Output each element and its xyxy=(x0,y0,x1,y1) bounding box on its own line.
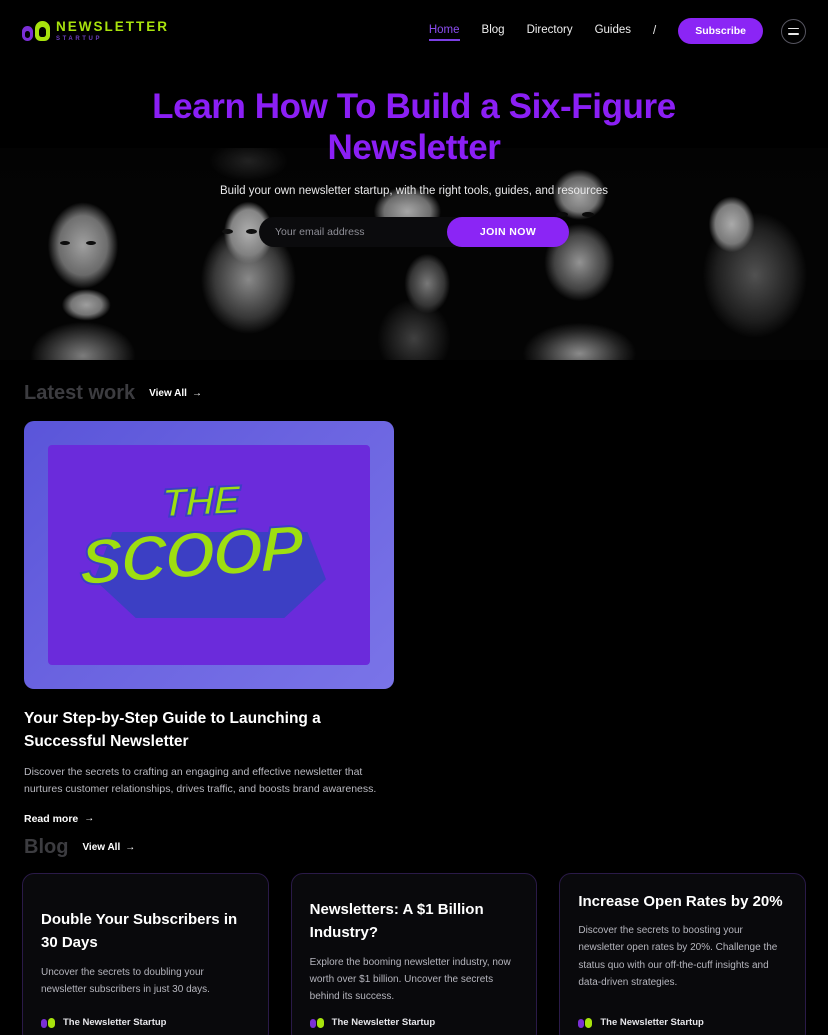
site-logo[interactable]: NEWSLETTER STARTUP xyxy=(22,20,169,42)
purple-drop-icon xyxy=(22,26,33,41)
blog-section: Blog View All → Double Your Subscribers … xyxy=(0,836,828,1035)
green-drop-icon xyxy=(35,21,50,41)
blog-card-title: Increase Open Rates by 20% xyxy=(578,893,783,910)
featured-article-card[interactable]: THE SCOOP Your Step-by-Step Guide to Lau… xyxy=(0,421,418,825)
nav-item-home[interactable]: Home xyxy=(428,24,460,41)
scoop-word-scoop: SCOOP xyxy=(79,510,302,599)
blog-card-description: Explore the booming newsletter industry,… xyxy=(309,956,511,1002)
read-more-label: Read more xyxy=(24,812,79,825)
blog-section-title: Blog xyxy=(24,836,69,858)
nav-item-blog[interactable]: Blog xyxy=(482,24,505,39)
hero-section: Learn How To Build a Six-Figure Newslett… xyxy=(0,62,828,360)
subscribe-button[interactable]: Subscribe xyxy=(678,18,763,44)
hero-content: Learn How To Build a Six-Figure Newslett… xyxy=(0,62,828,360)
latest-view-all-label: View All xyxy=(149,388,187,399)
blog-card[interactable]: Double Your Subscribers in 30 Days Uncov… xyxy=(22,873,269,1035)
blog-card-grid: Double Your Subscribers in 30 Days Uncov… xyxy=(0,873,828,1035)
hamburger-line-2 xyxy=(788,33,799,35)
blog-card-title: Newsletters: A $1 Billion Industry? xyxy=(309,901,484,942)
blog-card-byline: The Newsletter Startup xyxy=(41,1005,250,1028)
blog-card-author: The Newsletter Startup xyxy=(331,1017,436,1029)
featured-image-inner: THE SCOOP xyxy=(48,445,370,665)
featured-article-image: THE SCOOP xyxy=(24,421,394,689)
blog-card-description: Discover the secrets to boosting your ne… xyxy=(578,925,778,988)
latest-work-section: Latest work View All → THE SCOOP Your St… xyxy=(0,382,828,825)
logo-text: NEWSLETTER STARTUP xyxy=(56,20,169,42)
hero-title: Learn How To Build a Six-Figure Newslett… xyxy=(152,87,676,168)
join-now-button[interactable]: JOIN NOW xyxy=(447,216,569,247)
site-header: NEWSLETTER STARTUP Home Blog Directory G… xyxy=(0,0,828,62)
nav-item-directory[interactable]: Directory xyxy=(527,24,573,39)
blog-header: Blog View All → xyxy=(0,836,828,859)
logo-sub-text: STARTUP xyxy=(56,35,103,42)
read-more-link[interactable]: Read more → xyxy=(24,813,394,825)
author-avatar-icon xyxy=(41,1017,55,1028)
blog-view-all-label: View All xyxy=(82,842,121,853)
blog-card-author: The Newsletter Startup xyxy=(600,1017,704,1029)
blog-view-all-link[interactable]: View All → xyxy=(82,842,135,853)
blog-card-byline: The Newsletter Startup xyxy=(309,1005,519,1029)
latest-view-all-link[interactable]: View All → xyxy=(149,388,202,399)
author-avatar-icon xyxy=(309,1017,324,1028)
page-root: NEWSLETTER STARTUP Home Blog Directory G… xyxy=(0,0,828,1035)
blog-card-description: Uncover the secrets to doubling your new… xyxy=(41,966,210,995)
main-nav: Home Blog Directory Guides / Subscribe xyxy=(428,18,806,44)
featured-article-description: Discover the secrets to crafting an enga… xyxy=(24,765,377,796)
blog-card-author: The Newsletter Startup xyxy=(63,1017,167,1029)
latest-work-header: Latest work View All → xyxy=(0,382,828,405)
arrow-right-icon: → xyxy=(191,388,202,399)
newsletter-signup-form: JOIN NOW xyxy=(259,216,569,247)
logo-mark xyxy=(22,21,50,41)
blog-card[interactable]: Newsletters: A $1 Billion Industry? Expl… xyxy=(290,873,538,1035)
logo-main-text: NEWSLETTER xyxy=(56,19,169,35)
nav-item-guides[interactable]: Guides xyxy=(595,24,631,39)
the-scoop-artwork: THE SCOOP xyxy=(74,477,344,630)
hero-subtitle: Build your own newsletter startup, with … xyxy=(219,184,608,197)
hamburger-line-1 xyxy=(788,27,799,29)
arrow-right-icon: → xyxy=(125,842,136,853)
nav-separator: / xyxy=(653,25,657,37)
arrow-right-icon: → xyxy=(84,813,95,825)
hamburger-icon[interactable] xyxy=(781,18,806,44)
latest-work-title: Latest work xyxy=(24,382,136,404)
email-input[interactable] xyxy=(259,216,479,247)
author-avatar-icon xyxy=(578,1017,593,1028)
featured-article-title: Your Step-by-Step Guide to Launching a S… xyxy=(24,710,321,751)
blog-card-title: Double Your Subscribers in 30 Days xyxy=(41,911,238,952)
blog-card[interactable]: Increase Open Rates by 20% Discover the … xyxy=(559,873,807,1035)
blog-card-byline: The Newsletter Startup xyxy=(578,1005,787,1028)
